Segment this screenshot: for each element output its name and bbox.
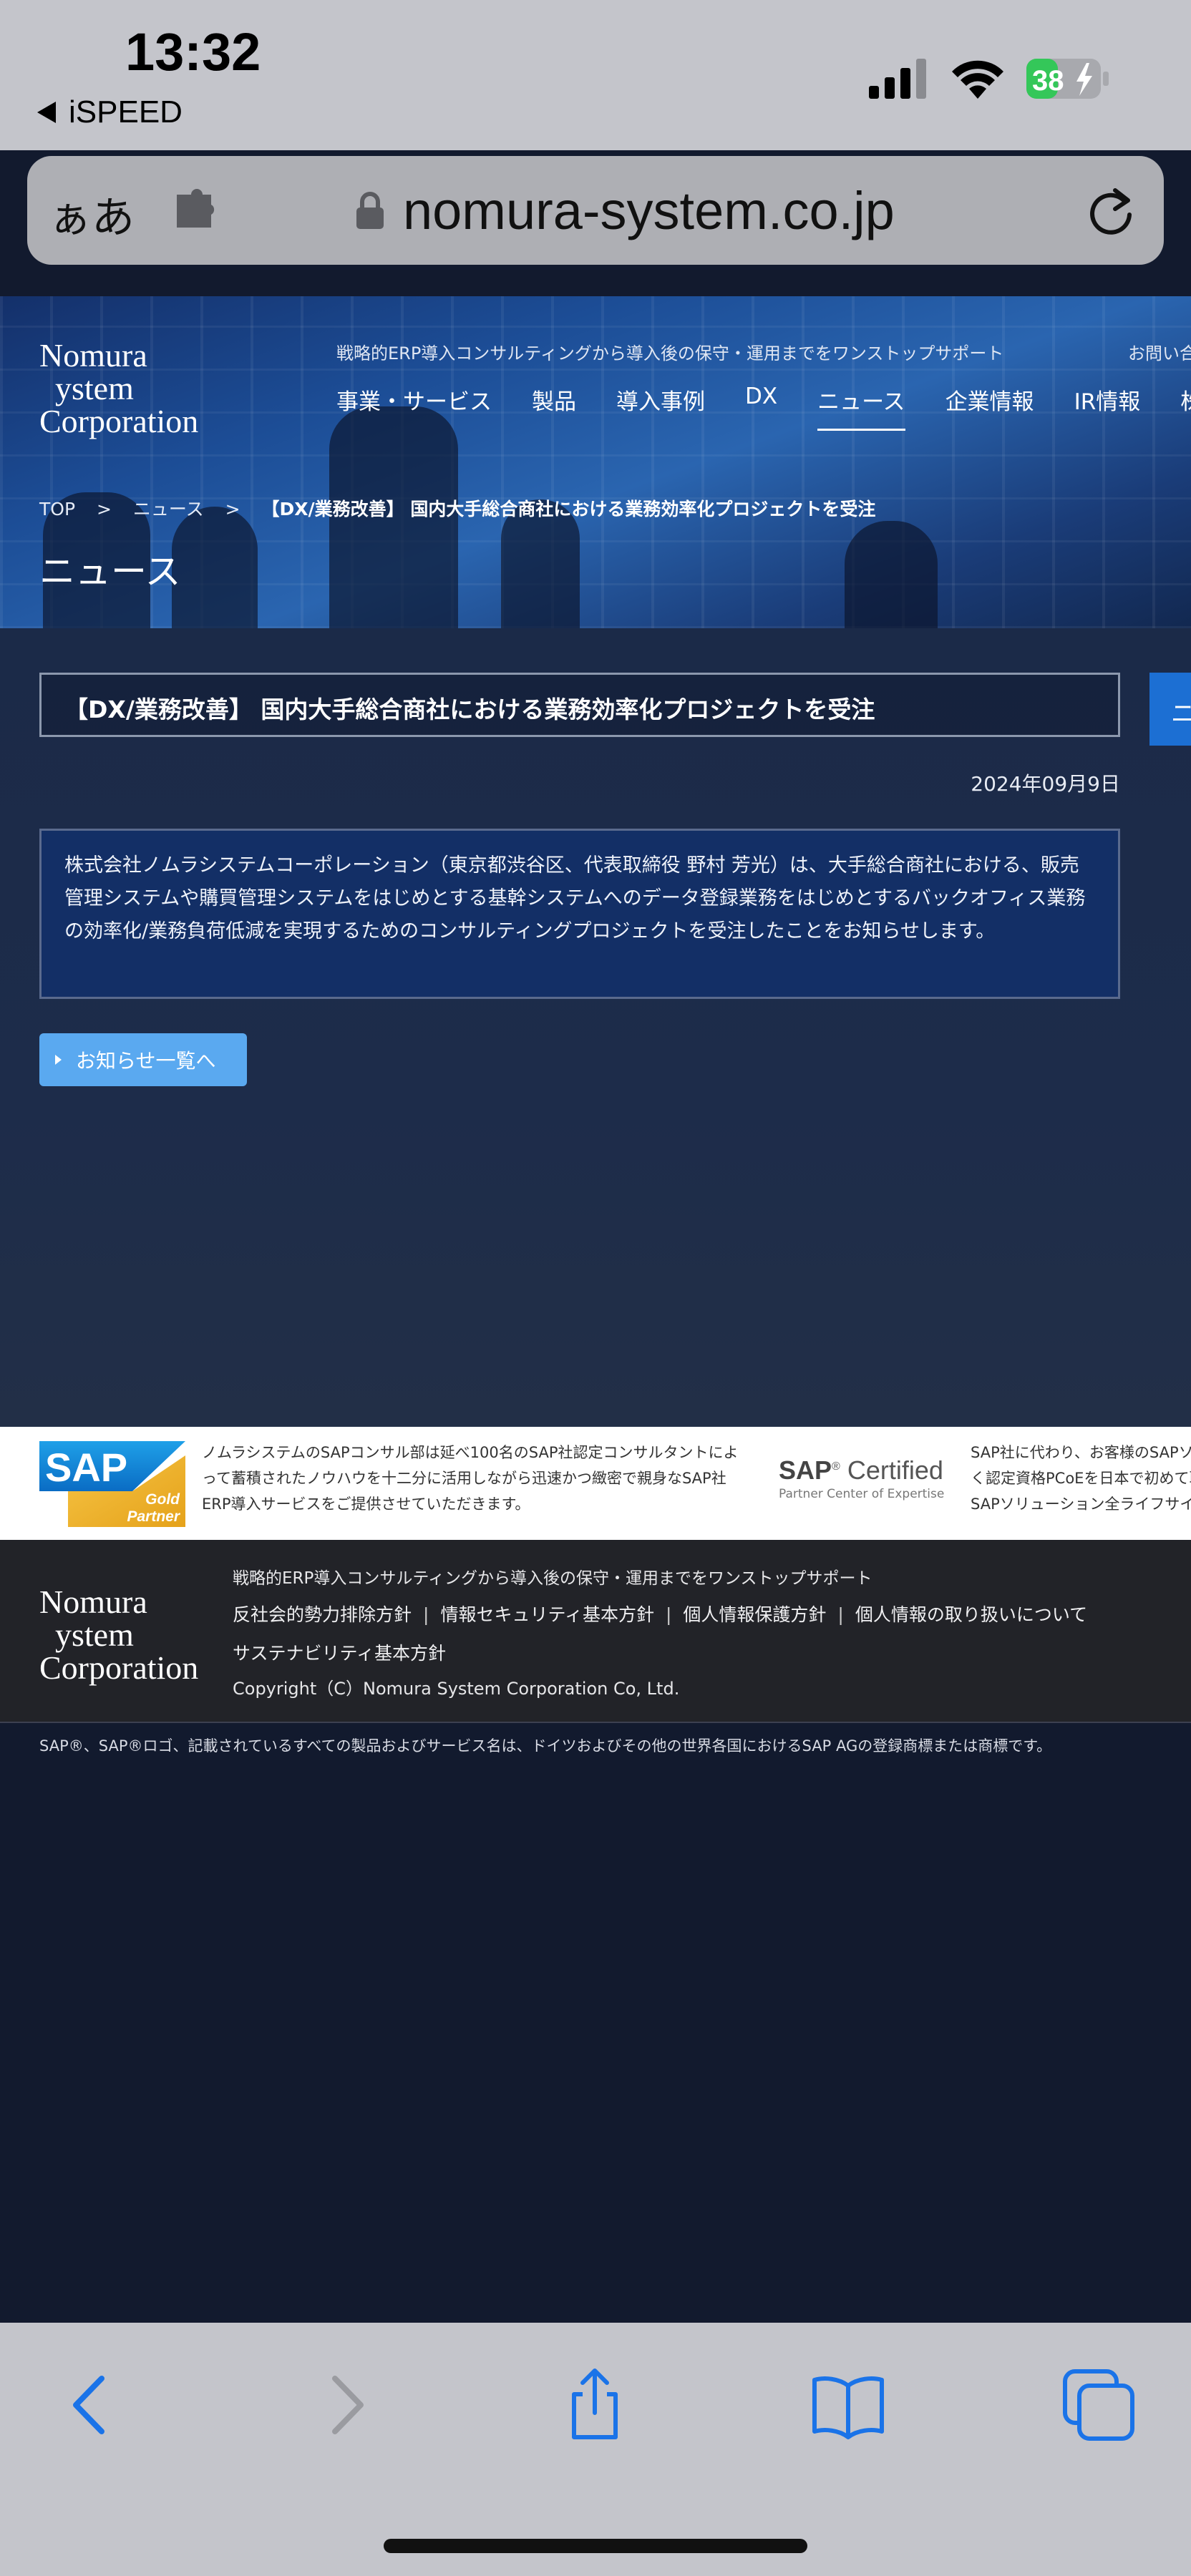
breadcrumb-news[interactable]: ニュース	[133, 499, 204, 519]
forward-icon[interactable]	[308, 2366, 387, 2444]
nav-item-dx[interactable]: DX	[745, 384, 777, 431]
nav-item-products[interactable]: 製品	[532, 384, 576, 431]
global-nav: 事業・サービス 製品 導入事例 DX ニュース 企業情報 IR情報 株主	[336, 384, 1191, 431]
footer-link-security[interactable]: 情報セキュリティ基本方針	[440, 1604, 654, 1625]
cert-word: Certified	[847, 1455, 943, 1485]
nav-item-ir[interactable]: IR情報	[1074, 384, 1141, 431]
pcoe-line2: く認定資格PCoEを日本で初めて取	[971, 1470, 1191, 1487]
badge-partner: Partner	[127, 1508, 180, 1525]
pcoe-line3: SAPソリューション全ライフサイク	[971, 1496, 1191, 1513]
badge-gold: Gold	[145, 1491, 180, 1508]
breadcrumb: TOP > ニュース > 【DX/業務改善】 国内大手総合商社における業務効率化…	[39, 495, 875, 521]
site-logo[interactable]: Nomura ystem Corporation	[39, 339, 198, 438]
battery-icon: 38	[1026, 59, 1109, 99]
reload-icon[interactable]	[1087, 185, 1137, 238]
nav-item-shareholders[interactable]: 株主	[1180, 384, 1191, 431]
nav-item-services[interactable]: 事業・サービス	[336, 384, 492, 431]
footer-link-personal-info[interactable]: 個人情報の取り扱いについて	[855, 1604, 1087, 1625]
status-bar: 13:32 iSPEED 38	[0, 0, 1191, 150]
tabs-icon[interactable]	[1059, 2366, 1138, 2444]
footer-link-privacy[interactable]: 個人情報保護方針	[683, 1604, 826, 1625]
sap-gold-partner-logo: SAP Gold Partner	[39, 1441, 185, 1527]
share-icon[interactable]	[555, 2366, 634, 2444]
footer-link-antisocial[interactable]: 反社会的勢力排除方針	[233, 1604, 412, 1625]
pcoe-line1: SAP社に代わり、お客様のSAPソ	[971, 1444, 1191, 1461]
web-page: Nomura ystem Corporation 戦略的ERP導入コンサルティン…	[0, 296, 1191, 2323]
url-text[interactable]: nomura-system.co.jp	[403, 180, 895, 241]
footer-logo[interactable]: Nomura ystem Corporation	[39, 1586, 198, 1684]
back-triangle-icon	[37, 102, 56, 123]
clock: 13:32	[125, 22, 261, 82]
sap-partner-banner: SAP Gold Partner ノムラシステムのSAPコンサル部は延べ100名…	[0, 1427, 1191, 1540]
lock-icon	[356, 192, 384, 229]
cert-sap: SAP	[779, 1455, 832, 1485]
article-body: 株式会社ノムラシステムコーポレーション（東京都渋谷区、代表取締役 野村 芳光）は…	[39, 829, 1120, 999]
footer-link-sustainability[interactable]: サステナビリティ基本方針	[233, 1643, 446, 1664]
extension-puzzle-icon[interactable]	[174, 187, 221, 230]
nav-item-case-studies[interactable]: 導入事例	[616, 384, 705, 431]
logo-line2: ystem	[55, 1616, 134, 1653]
breadcrumb-separator: >	[225, 499, 240, 519]
logo-line1: Nomura	[39, 337, 147, 374]
battery-level: 38	[1032, 65, 1064, 97]
hero-banner: Nomura ystem Corporation 戦略的ERP導入コンサルティン…	[0, 296, 1191, 628]
sap-certified-badge: SAP® Certified Partner Center of Experti…	[779, 1455, 945, 1501]
cert-subtitle: Partner Center of Expertise	[779, 1487, 945, 1501]
pcoe-text: SAP社に代わり、お客様のSAPソ く認定資格PCoEを日本で初めて取 SAPソ…	[971, 1440, 1191, 1517]
sap-logo-text: SAP	[45, 1445, 127, 1490]
back-to-app-button[interactable]: iSPEED	[37, 94, 183, 130]
cellular-signal-icon	[869, 59, 926, 99]
breadcrumb-top[interactable]: TOP	[39, 499, 75, 519]
caret-right-icon	[55, 1055, 62, 1065]
wifi-icon	[952, 60, 1003, 99]
browser-toolbar	[0, 2323, 1191, 2576]
back-app-label: iSPEED	[69, 94, 183, 130]
contact-link[interactable]: お問い合	[1128, 339, 1191, 364]
sap-consulting-text: ノムラシステムのSAPコンサル部は延べ100名のSAP社認定コンサルタントによっ…	[202, 1444, 739, 1513]
breadcrumb-separator: >	[96, 499, 112, 519]
address-bar[interactable]: ぁあ nomura-system.co.jp	[27, 156, 1164, 265]
logo-line2: ystem	[55, 370, 134, 406]
link-divider: |	[665, 1604, 672, 1625]
nav-item-company[interactable]: 企業情報	[945, 384, 1034, 431]
link-divider: |	[837, 1604, 844, 1625]
breadcrumb-current: 【DX/業務改善】 国内大手総合商社における業務効率化プロジェクトを受注	[261, 499, 876, 519]
trademark-disclaimer: SAP®、SAP®ロゴ、記載されているすべての製品およびサービス名は、ドイツおよ…	[39, 1737, 1052, 1755]
footer-links: 反社会的勢力排除方針 | 情報セキュリティ基本方針 | 個人情報保護方針 | 個人情報の取り…	[233, 1596, 1149, 1673]
article-date: 2024年09月9日	[971, 772, 1120, 796]
article-title: 【DX/業務改善】 国内大手総合商社における業務効率化プロジェクトを受注	[39, 673, 1120, 737]
footer-tagline: 戦略的ERP導入コンサルティングから導入後の保守・運用までをワンストップサポート	[233, 1569, 872, 1588]
back-icon[interactable]	[50, 2366, 129, 2444]
news-list-button-label: お知らせ一覧へ	[76, 1049, 216, 1073]
logo-line3: Corporation	[39, 403, 199, 439]
article-section: 【DX/業務改善】 国内大手総合商社における業務効率化プロジェクトを受注 ニ 2…	[0, 628, 1191, 1427]
nav-item-news[interactable]: ニュース	[817, 384, 905, 431]
home-indicator[interactable]	[384, 2539, 807, 2553]
page-title: ニュース	[39, 551, 181, 592]
copyright: Copyright（C）Nomura System Corporation Co…	[233, 1679, 680, 1699]
side-tab-button[interactable]: ニ	[1149, 673, 1191, 746]
silhouette-figure	[845, 521, 938, 628]
bookmarks-icon[interactable]	[809, 2366, 888, 2444]
silhouette-figure	[172, 507, 258, 628]
logo-line3: Corporation	[39, 1649, 199, 1686]
site-footer: Nomura ystem Corporation 戦略的ERP導入コンサルティン…	[0, 1540, 1191, 1723]
link-divider: |	[423, 1604, 429, 1625]
logo-line1: Nomura	[39, 1584, 147, 1620]
page-settings-button[interactable]: ぁあ	[49, 183, 135, 245]
header-tagline: 戦略的ERP導入コンサルティングから導入後の保守・運用までをワンストップサポート	[336, 343, 1004, 364]
news-list-button[interactable]: お知らせ一覧へ	[39, 1033, 247, 1086]
